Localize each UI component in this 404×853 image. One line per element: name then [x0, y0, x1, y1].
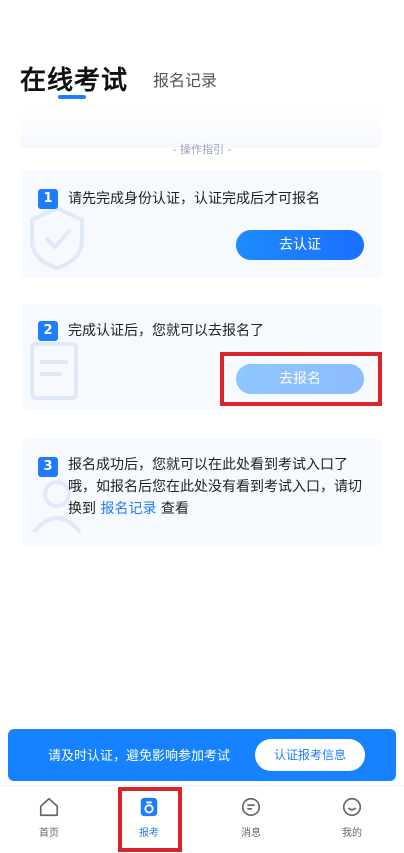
- top-tabs: 在线考试 报名记录: [0, 0, 404, 110]
- verify-exam-info-button[interactable]: 认证报考信息: [255, 739, 365, 771]
- tabbar-label: 首页: [39, 828, 59, 839]
- home-icon: [39, 797, 59, 817]
- step-number-badge: 1: [38, 189, 58, 209]
- guide-title: - 操作指引 -: [172, 143, 232, 156]
- step-card-3: 3 报名成功后，您就可以在此处看到考试入口了哦，如报名后您在此处没有看到考试入口…: [22, 438, 382, 546]
- tab-registration-records[interactable]: 报名记录: [153, 67, 217, 91]
- shield-icon: [22, 200, 92, 271]
- highlight-box: [118, 787, 182, 852]
- message-icon: [241, 797, 261, 817]
- tab-active-indicator: [58, 95, 86, 99]
- step-1-text: 请先完成身份认证，认证完成后才可报名: [68, 191, 320, 207]
- step-3-text-after: 查看: [156, 501, 189, 517]
- tabbar-label: 我的: [342, 828, 362, 839]
- tabbar-item-profile[interactable]: 我的: [322, 796, 382, 844]
- bottom-tab-bar: 首页 报考 消息 我的: [0, 785, 404, 853]
- profile-icon: [342, 797, 362, 817]
- step-card-1: 1 请先完成身份认证，认证完成后才可报名 去认证: [22, 170, 382, 278]
- highlight-box: [220, 352, 382, 406]
- step-2-text: 完成认证后，您就可以去报名了: [68, 323, 264, 339]
- tabbar-item-messages[interactable]: 消息: [221, 796, 281, 844]
- tabbar-item-home[interactable]: 首页: [19, 796, 79, 844]
- tabbar-label: 消息: [241, 828, 261, 839]
- go-verify-button[interactable]: 去认证: [236, 230, 364, 260]
- document-icon: [22, 334, 92, 404]
- registration-records-link[interactable]: 报名记录: [100, 501, 156, 517]
- step-number-badge: 3: [38, 457, 58, 477]
- tab-online-exam[interactable]: 在线考试: [20, 60, 128, 97]
- verification-notice: 请及时认证，避免影响参加考试 认证报考信息: [8, 729, 396, 781]
- step-number-badge: 2: [38, 321, 58, 341]
- notice-text: 请及时认证，避免影响参加考试: [48, 749, 231, 764]
- step-3-text: 报名成功后，您就可以在此处看到考试入口了哦，如报名后您在此处没有看到考试入口，请…: [68, 454, 366, 520]
